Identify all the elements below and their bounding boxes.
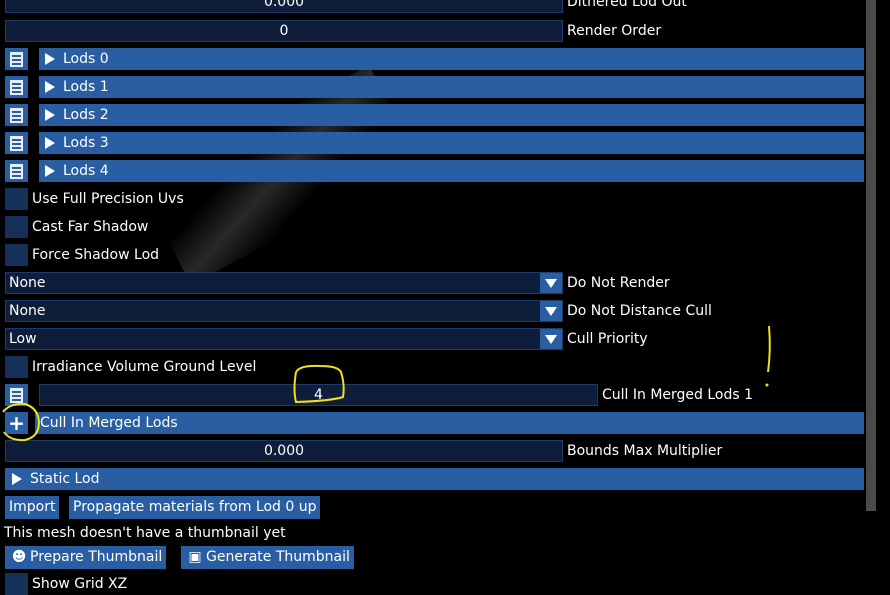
render-order-label: Render Order (567, 23, 662, 39)
cull-priority-label: Cull Priority (567, 331, 648, 347)
do-not-distance-cull-dropdown[interactable]: None (5, 300, 563, 322)
cull-merged-lods-1-label: Cull In Merged Lods 1 (602, 387, 754, 403)
lods-1-header[interactable]: Lods 1 (39, 76, 864, 98)
full-precision-uvs-label: Use Full Precision Uvs (32, 191, 184, 207)
bounds-max-multiplier-label: Bounds Max Multiplier (567, 443, 723, 459)
document-list-icon (10, 387, 23, 403)
force-shadow-lod-checkbox[interactable] (5, 244, 28, 266)
do-not-render-dropdown[interactable]: None (5, 272, 563, 294)
lods-3-list-button[interactable] (5, 132, 28, 154)
expand-arrow-icon (45, 137, 55, 149)
bounds-max-multiplier-field[interactable]: 0.000 (5, 440, 563, 462)
cull-merged-lods-1-list-button[interactable] (5, 384, 28, 406)
thumbnail-message: This mesh doesn't have a thumbnail yet (4, 525, 286, 541)
scrollbar-thumb[interactable] (866, 0, 876, 511)
irradiance-label: Irradiance Volume Ground Level (32, 359, 257, 375)
do-not-distance-cull-label: Do Not Distance Cull (567, 303, 712, 319)
dithered-lod-out-field[interactable]: 0.000 (5, 0, 563, 13)
annotation-exclamation-line (767, 325, 771, 373)
dropdown-arrow-icon[interactable] (540, 273, 562, 293)
dropdown-arrow-icon[interactable] (540, 329, 562, 349)
lods-2-header[interactable]: Lods 2 (39, 104, 864, 126)
irradiance-checkbox[interactable] (5, 356, 28, 378)
lods-2-label: Lods 2 (63, 107, 109, 123)
masks-icon: ☻ (11, 549, 27, 565)
document-list-icon (10, 107, 23, 123)
lods-1-list-button[interactable] (5, 76, 28, 98)
cull-priority-value: Low (9, 331, 37, 347)
lods-0-label: Lods 0 (63, 51, 109, 67)
dithered-lod-out-label: Dithered Lod Out (567, 0, 687, 10)
do-not-distance-cull-value: None (9, 303, 46, 319)
cull-merged-lods-header[interactable]: Cull In Merged Lods (35, 412, 864, 434)
prepare-thumbnail-label: Prepare Thumbnail (30, 549, 163, 565)
lods-4-label: Lods 4 (63, 163, 109, 179)
static-lod-header[interactable]: Static Lod (5, 468, 864, 490)
cast-far-shadow-label: Cast Far Shadow (32, 219, 149, 235)
document-list-icon (10, 79, 23, 95)
render-order-value: 0 (279, 23, 289, 39)
propagate-materials-button[interactable]: Propagate materials from Lod 0 up (69, 496, 321, 519)
cull-merged-lods-1-value: 4 (314, 387, 323, 403)
lods-4-header[interactable]: Lods 4 (39, 160, 864, 182)
portrait-icon: ▣ (188, 549, 202, 565)
lods-3-header[interactable]: Lods 3 (39, 132, 864, 154)
static-lod-label: Static Lod (30, 471, 100, 487)
generate-thumbnail-button[interactable]: ▣ Generate Thumbnail (181, 546, 354, 569)
expand-arrow-icon (45, 53, 55, 65)
lods-2-list-button[interactable] (5, 104, 28, 126)
lods-0-header[interactable]: Lods 0 (39, 48, 864, 70)
force-shadow-lod-label: Force Shadow Lod (32, 247, 160, 263)
expand-arrow-icon (12, 473, 22, 485)
render-order-field[interactable]: 0 (5, 20, 563, 42)
lods-0-list-button[interactable] (5, 48, 28, 70)
expand-arrow-icon (45, 109, 55, 121)
generate-thumbnail-label: Generate Thumbnail (206, 549, 350, 565)
cull-priority-dropdown[interactable]: Low (5, 328, 563, 350)
do-not-render-label: Do Not Render (567, 275, 670, 291)
lods-4-list-button[interactable] (5, 160, 28, 182)
full-precision-uvs-checkbox[interactable] (5, 188, 28, 210)
prepare-thumbnail-button[interactable]: ☻ Prepare Thumbnail (5, 546, 167, 569)
show-grid-checkbox[interactable] (5, 573, 28, 595)
plus-icon: + (8, 411, 25, 435)
dithered-lod-out-value: 0.000 (263, 0, 305, 10)
document-list-icon (10, 135, 23, 151)
expand-arrow-icon (45, 81, 55, 93)
cast-far-shadow-checkbox[interactable] (5, 216, 28, 238)
annotation-exclamation-dot (765, 383, 769, 387)
document-list-icon (10, 163, 23, 179)
dropdown-arrow-icon[interactable] (540, 301, 562, 321)
bounds-max-multiplier-value: 0.000 (263, 443, 305, 459)
do-not-render-value: None (9, 275, 46, 291)
import-button[interactable]: Import (5, 496, 60, 519)
expand-arrow-icon (45, 165, 55, 177)
lods-3-label: Lods 3 (63, 135, 109, 151)
cull-merged-lods-1-field[interactable]: 4 (39, 384, 598, 406)
show-grid-label: Show Grid XZ (32, 576, 128, 592)
lods-1-label: Lods 1 (63, 79, 109, 95)
document-list-icon (10, 51, 23, 67)
add-cull-merged-lod-button[interactable]: + (5, 412, 28, 434)
cull-merged-lods-label: Cull In Merged Lods (40, 415, 178, 431)
